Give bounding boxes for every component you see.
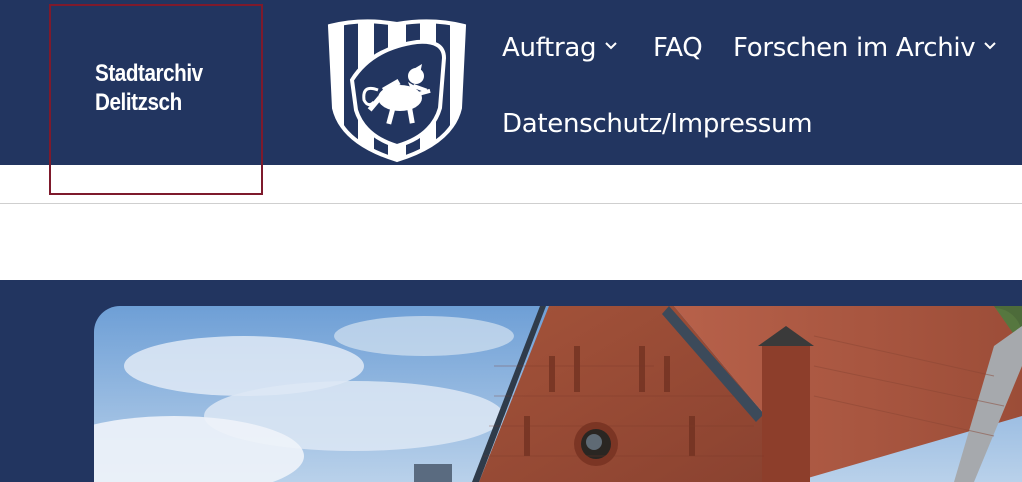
site-logo-link[interactable]: Stadtarchiv Delitzsch (49, 4, 263, 195)
site-title: Stadtarchiv Delitzsch (95, 59, 203, 117)
city-coat-of-arms-lion-icon[interactable] (322, 18, 472, 163)
nav-item-auftrag[interactable]: Auftrag (502, 33, 618, 63)
chevron-down-icon (605, 42, 617, 50)
nav-item-label: Forschen im Archiv (733, 33, 976, 63)
hero-image (94, 306, 1022, 482)
nav-item-label: Auftrag (502, 33, 597, 63)
site-title-line2: Delitzsch (95, 89, 182, 116)
nav-item-datenschutz-impressum[interactable]: Datenschutz/Impressum (502, 109, 813, 139)
header-divider (0, 203, 1022, 204)
site-title-line1: Stadtarchiv (95, 60, 203, 87)
nav-item-label: FAQ (653, 33, 703, 63)
nav-item-faq[interactable]: FAQ (653, 33, 703, 63)
chevron-down-icon (984, 42, 997, 50)
nav-item-label: Datenschutz/Impressum (502, 109, 813, 139)
nav-item-forschen-im-archiv[interactable]: Forschen im Archiv (733, 33, 997, 63)
